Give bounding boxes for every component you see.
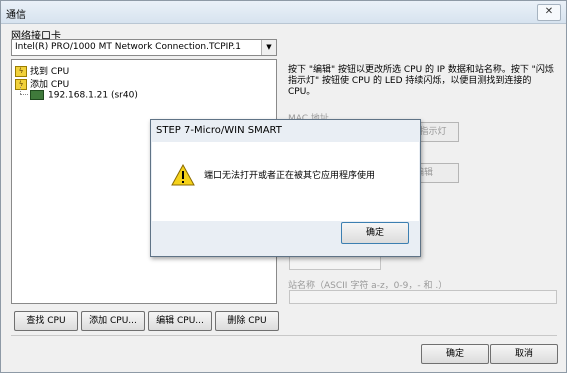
cancel-button[interactable]: 取消 (490, 344, 558, 364)
tree-item-label: 找到 CPU (30, 67, 70, 77)
tree-connector (20, 87, 21, 94)
tree-item-label: 添加 CPU (30, 80, 70, 90)
nic-selected-value: Intel(R) PRO/1000 MT Network Connection.… (15, 42, 241, 52)
station-name-field[interactable] (289, 290, 557, 304)
tree-item-device[interactable]: 192.168.1.21 (sr40) (30, 90, 138, 101)
window-title: 通信 (6, 10, 26, 21)
nic-dropdown[interactable]: Intel(R) PRO/1000 MT Network Connection.… (11, 39, 277, 56)
chevron-down-icon[interactable]: ▼ (261, 40, 276, 55)
plc-icon (30, 90, 44, 100)
lightning-icon: ϟ (15, 66, 27, 77)
tree-item-add-cpu[interactable]: ϟ 添加 CPU (15, 77, 69, 90)
dialog-ok-button[interactable]: 确定 (341, 222, 409, 244)
tree-item-find-cpu[interactable]: ϟ 找到 CPU (15, 64, 69, 77)
info-text: 按下 "编辑" 按钮以更改所选 CPU 的 IP 数据和站名称。按下 "闪烁指示… (288, 65, 554, 97)
tree-item-label: 192.168.1.21 (sr40) (48, 90, 138, 101)
close-icon[interactable]: ✕ (537, 4, 561, 21)
ok-button[interactable]: 确定 (421, 344, 489, 364)
delete-cpu-button[interactable]: 删除 CPU (215, 311, 279, 331)
title-bar: 通信 ✕ (1, 1, 566, 24)
find-cpu-button[interactable]: 查找 CPU (14, 311, 78, 331)
divider (11, 335, 557, 336)
error-dialog: STEP 7-Micro/WIN SMART 端口无法打开或者正在被其它应用程序… (150, 119, 421, 257)
dialog-message: 端口无法打开或者正在被其它应用程序使用 (204, 171, 376, 181)
dialog-title: STEP 7-Micro/WIN SMART (156, 125, 282, 136)
lightning-icon: ϟ (15, 79, 27, 90)
warning-triangle-icon (171, 164, 195, 186)
tree-connector (20, 94, 28, 95)
ip-field[interactable] (289, 256, 381, 270)
edit-cpu-button[interactable]: 编辑 CPU... (148, 311, 212, 331)
add-cpu-button[interactable]: 添加 CPU... (81, 311, 145, 331)
